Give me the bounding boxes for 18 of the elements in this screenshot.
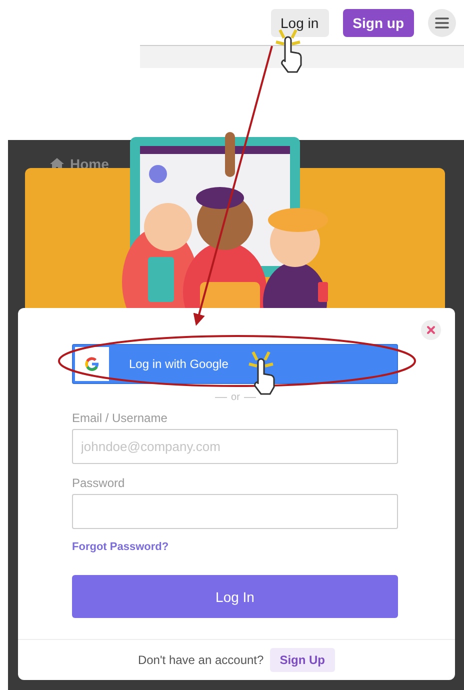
google-login-button[interactable]: Log in with Google [72,344,398,384]
log-in-button[interactable]: Log In [72,575,398,618]
field-label: Password [72,476,125,490]
sign-up-button[interactable]: Sign Up [270,648,336,672]
menu-button[interactable] [428,9,456,37]
field-label: Email / Username [72,411,168,425]
sign-up-button[interactable]: Sign up [342,9,414,37]
password-field[interactable] [72,494,398,529]
menu-icon [435,17,449,29]
divider-text: or [231,392,240,403]
email-field[interactable]: johndoe@company.com [72,429,398,464]
close-icon [426,325,436,335]
close-button[interactable] [421,320,441,340]
google-g-icon [84,356,100,372]
account-prompt: Don't have an account? [138,653,264,667]
hand-cursor-icon [248,350,275,395]
log-in-button[interactable]: Log in [270,9,329,37]
forgot-password-link[interactable]: Forgot Password? [72,541,169,553]
